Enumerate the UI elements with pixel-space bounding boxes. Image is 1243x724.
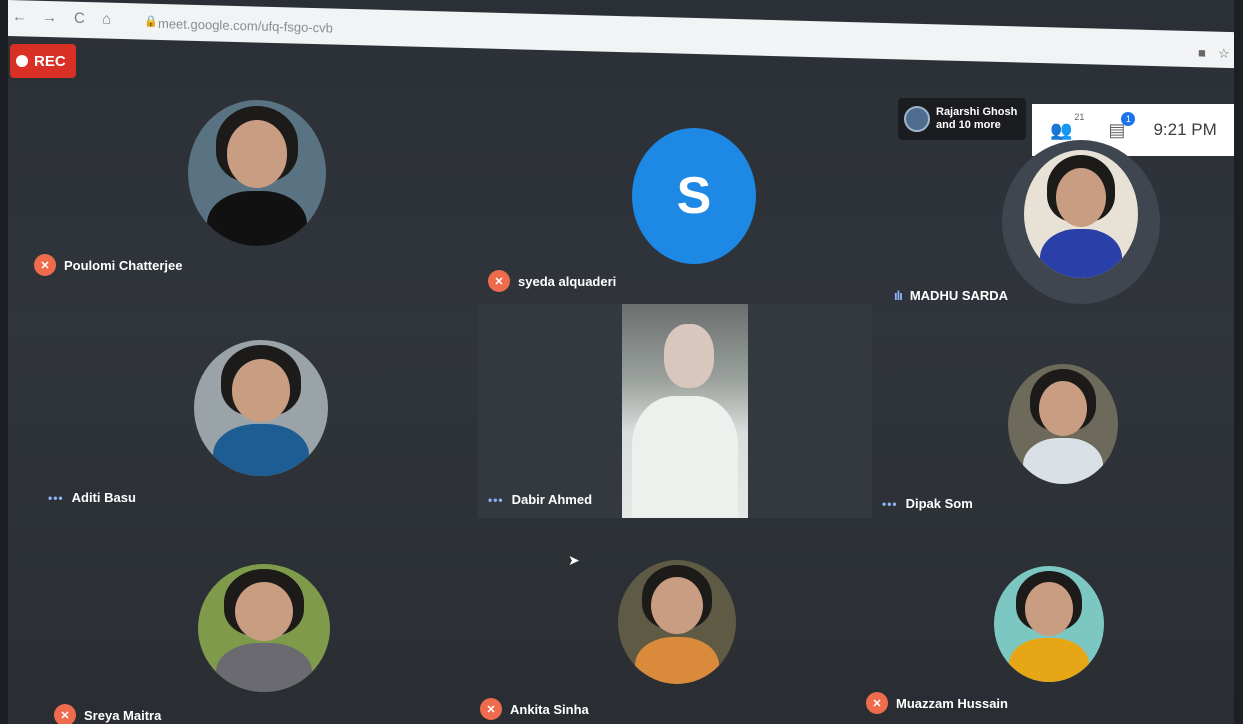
participant-label: ✕ Sreya Maitra [54, 704, 161, 724]
participant-name: MADHU SARDA [909, 288, 1009, 303]
more-dots-icon: ••• [48, 490, 64, 505]
mic-off-icon: ✕ [54, 704, 76, 724]
mic-off-icon: ✕ [866, 692, 888, 714]
presenter-name: Rajarshi Ghosh [936, 106, 1018, 118]
video-tile: ••• Dabir Ahmed [478, 304, 872, 518]
participant-label: ••• Aditi Basu [48, 490, 136, 505]
participant-avatar-muazzam [994, 566, 1104, 682]
participant-label: ✕ Poulomi Chatterjee [34, 254, 182, 276]
participant-avatar-madhu [1024, 150, 1138, 278]
participant-name: Poulomi Chatterjee [64, 257, 183, 273]
avatar-initial: S [676, 167, 712, 225]
people-count: 21 [1074, 111, 1085, 122]
participant-label: ılı MADHU SARDA [894, 288, 1008, 303]
more-dots-icon: ••• [882, 496, 898, 511]
mic-off-icon: ✕ [488, 270, 510, 292]
participant-avatar-dipak [1008, 364, 1118, 484]
bookmark-star-icon[interactable]: ☆ [1218, 46, 1230, 62]
participant-name: Muazzam Hussain [896, 695, 1008, 711]
presenter-chip[interactable]: Rajarshi Ghosh and 10 more [898, 98, 1026, 140]
chat-icon[interactable]: ▤ 1 [1108, 111, 1136, 141]
clock: 9:21 PM [1153, 120, 1217, 139]
participant-name: Aditi Basu [71, 490, 136, 505]
back-icon[interactable]: ← [12, 8, 27, 25]
participant-avatar-sreya [198, 564, 330, 692]
participant-avatar-poulomi [188, 100, 326, 246]
participant-avatar-ankita [618, 560, 736, 684]
participant-avatar-aditi [194, 340, 328, 476]
participant-name: syeda alquaderi [518, 273, 617, 289]
presenter-others: and 10 more [936, 119, 1001, 131]
reload-icon[interactable]: C [74, 10, 85, 27]
participant-name: Dipak Som [905, 496, 973, 511]
participant-label: ✕ Muazzam Hussain [866, 692, 1008, 714]
mouse-cursor-icon: ➤ [568, 552, 580, 568]
record-dot-icon [16, 55, 28, 67]
participant-label: ✕ syeda alquaderi [488, 270, 616, 292]
mic-off-icon: ✕ [34, 254, 56, 276]
participant-video [622, 304, 748, 518]
participant-label: ••• Dabir Ahmed [488, 492, 592, 507]
recording-label: REC [34, 52, 66, 70]
participant-avatar-syeda: S [632, 128, 756, 264]
home-icon[interactable]: ⌂ [102, 10, 111, 27]
address-bar[interactable]: meet.google.com/ufq-fsgo-cvb [158, 16, 333, 36]
chat-badge: 1 [1121, 111, 1136, 126]
recording-badge: REC [10, 44, 76, 78]
lock-icon: 🔒 [144, 15, 158, 28]
participant-label: ✕ Ankita Sinha [480, 698, 589, 720]
more-dots-icon: ••• [488, 492, 504, 507]
participant-name: Dabir Ahmed [511, 492, 593, 507]
camera-icon[interactable]: ■ [1198, 45, 1206, 60]
avatar [904, 106, 930, 132]
forward-icon[interactable]: → [42, 9, 57, 26]
people-icon[interactable]: 👥 21 [1050, 112, 1084, 141]
participant-name: Ankita Sinha [510, 701, 589, 717]
browser-bar: ← → C ⌂ 🔒 meet.google.com/ufq-fsgo-cvb ■… [8, 0, 1234, 69]
participant-label: ••• Dipak Som [882, 496, 973, 511]
participant-name: Sreya Maitra [84, 707, 162, 723]
meet-screen: ← → C ⌂ 🔒 meet.google.com/ufq-fsgo-cvb ■… [8, 0, 1234, 724]
mic-off-icon: ✕ [480, 698, 502, 720]
speaking-icon: ılı [894, 288, 903, 303]
